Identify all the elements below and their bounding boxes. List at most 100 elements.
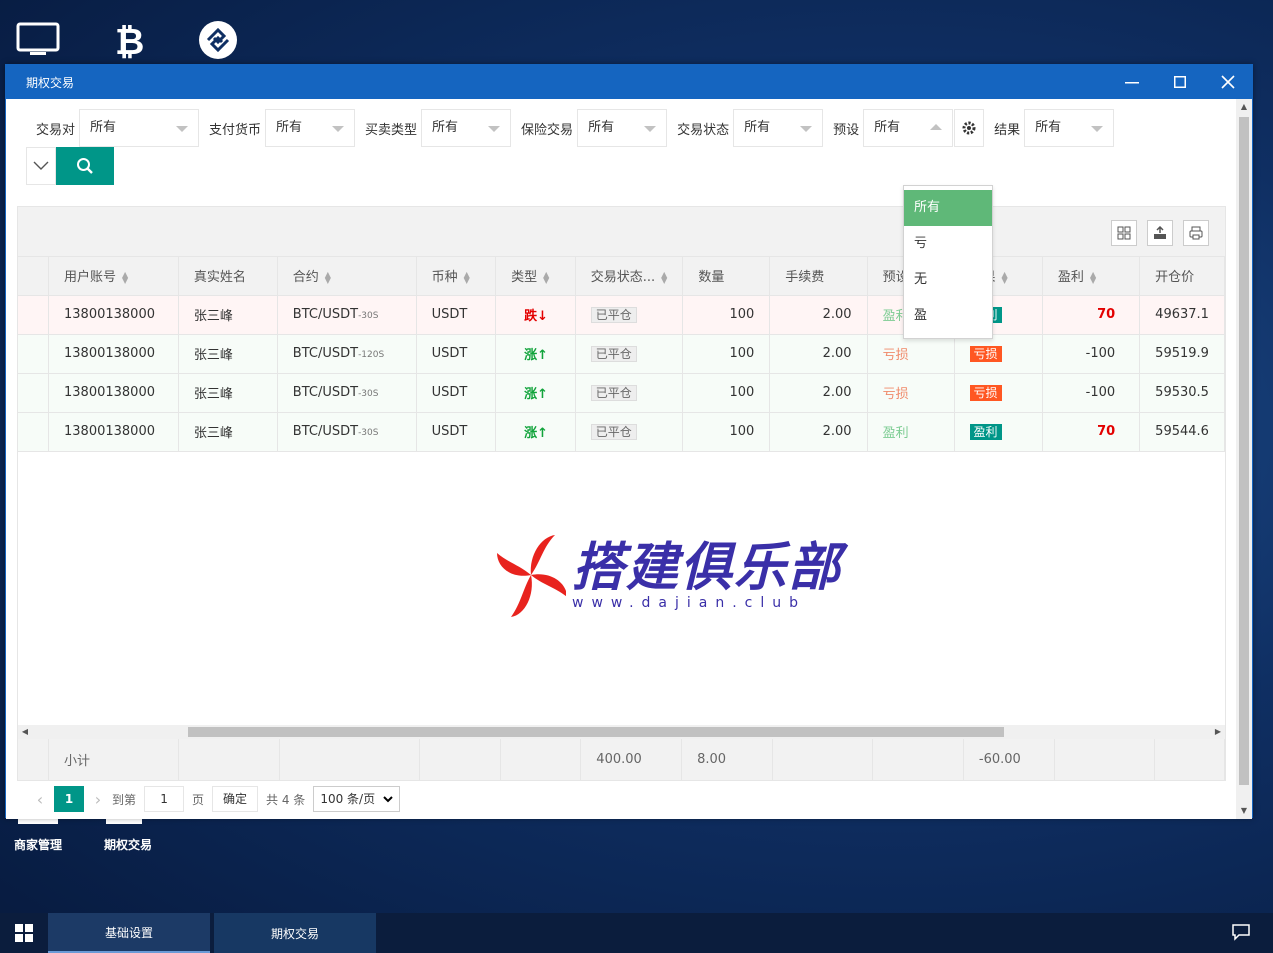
cell-name: 张三峰 — [178, 334, 278, 374]
header-coin[interactable]: 币种 ▲ ▼ — [416, 257, 497, 296]
preset-option-loss[interactable]: 亏 — [904, 226, 992, 262]
cell-result: 盈利 — [954, 412, 1043, 452]
cell-profit: -100 — [1042, 373, 1141, 413]
cell-contract: BTC/USDT-30S — [277, 373, 417, 413]
scroll-right-arrow[interactable]: ▶ — [1211, 725, 1225, 739]
chevron-down-icon — [332, 126, 345, 132]
cell-account: 13800138000 — [48, 295, 179, 335]
preset-option-none[interactable]: 无 — [904, 262, 992, 298]
search-icon — [77, 158, 93, 174]
preset-option-all[interactable]: 所有 — [904, 190, 992, 226]
filter-select-state[interactable]: 所有 — [733, 109, 824, 147]
cell-qty: 100 — [682, 412, 771, 452]
search-button[interactable] — [56, 147, 114, 185]
header-checkbox-cell — [18, 257, 49, 296]
horizontal-scrollbar[interactable]: ◀ ▶ — [18, 725, 1225, 739]
total-label: 小计 — [48, 739, 180, 781]
sort-icon[interactable]: ▲ ▼ — [325, 270, 331, 284]
header-fee: 手续费 — [769, 257, 868, 296]
exchange-logo-icon[interactable] — [194, 16, 242, 64]
filter-select-preset[interactable]: 所有 — [863, 109, 954, 147]
filter-select-insurance[interactable]: 所有 — [577, 109, 668, 147]
cell-state: 已平仓 — [575, 373, 684, 413]
bitcoin-icon[interactable]: ₿ — [104, 16, 152, 64]
header-type[interactable]: 类型 ▲ ▼ — [495, 257, 576, 296]
taskbar-item-basic-settings[interactable]: 基础设置 — [48, 913, 210, 953]
header-account[interactable]: 用户账号 ▲ ▼ — [48, 257, 179, 296]
table-row[interactable]: 13800138000 张三峰 BTC/USDT-30S USDT 跌↓ 已平仓 100 2.… — [18, 295, 1225, 335]
sort-icon[interactable]: ▲ ▼ — [661, 270, 667, 284]
prev-page-icon[interactable]: ‹ — [26, 786, 54, 812]
filter-select-pair[interactable]: 所有 — [79, 109, 200, 147]
cell-preset: 盈利 — [867, 412, 955, 452]
total-fee: 8.00 — [681, 739, 773, 781]
chevron-down-icon — [176, 126, 189, 132]
filter-label-state: 交易状态 — [677, 122, 730, 138]
gear-icon — [962, 121, 976, 135]
cell-qty: 100 — [682, 373, 771, 413]
chevron-down-icon — [1091, 126, 1104, 132]
filter-label-pair: 交易对 — [36, 122, 76, 138]
filter-label-buysell: 买卖类型 — [365, 122, 418, 138]
export-icon — [1154, 226, 1166, 239]
next-page-icon[interactable]: › — [84, 786, 112, 812]
preset-settings-button[interactable] — [954, 109, 985, 147]
maximize-button[interactable] — [1156, 65, 1204, 99]
monitor-icon[interactable] — [14, 16, 62, 64]
window-titlebar[interactable]: 期权交易 — [6, 65, 1252, 99]
header-name: 真实姓名 — [178, 257, 278, 296]
vertical-scroll-thumb[interactable] — [1239, 117, 1249, 785]
chevron-down-icon — [644, 126, 657, 132]
taskbar-item-options-trade[interactable]: 期权交易 — [214, 913, 376, 953]
filter-select-result[interactable]: 所有 — [1024, 109, 1115, 147]
cell-result: 亏损 — [954, 373, 1043, 413]
table-row[interactable]: 13800138000 张三峰 BTC/USDT-30S USDT 涨↑ 已平仓 100 2.… — [18, 373, 1225, 413]
sort-icon[interactable]: ▲ ▼ — [1002, 270, 1008, 284]
goto-confirm-button[interactable]: 确定 — [212, 786, 259, 812]
sort-icon[interactable]: ▲ ▼ — [543, 270, 549, 284]
chevron-down-icon — [488, 126, 501, 132]
scroll-up-arrow[interactable]: ▲ — [1236, 99, 1252, 115]
cell-coin: USDT — [416, 412, 497, 452]
filter-select-buysell[interactable]: 所有 — [421, 109, 512, 147]
goto-page-input[interactable]: 1 — [144, 786, 185, 812]
table-header-row: 用户账号 ▲ ▼ 真实姓名 合约 ▲ ▼ 币种 ▲ ▼ 类型 ▲ ▼ 交易状态... ▲ ▼ 数量 … — [18, 257, 1225, 296]
vertical-scrollbar[interactable]: ▲ ▼ — [1236, 99, 1252, 819]
filter-label-result: 结果 — [994, 122, 1021, 138]
cell-coin: USDT — [416, 334, 497, 374]
row-checkbox-cell — [18, 295, 49, 335]
table-row[interactable]: 13800138000 张三峰 BTC/USDT-120S USDT 涨↑ 已平仓 100 2… — [18, 334, 1225, 374]
cell-coin: USDT — [416, 373, 497, 413]
desktop-label-options[interactable]: 期权交易 — [104, 836, 152, 853]
start-button[interactable] — [0, 913, 48, 953]
sort-icon[interactable]: ▲ ▼ — [1090, 270, 1096, 284]
options-trade-window: 期权交易 交易对 所有 支付货币 所有 买卖类型 所有 保险交易 所有 交易状态… — [5, 64, 1253, 819]
print-button[interactable] — [1183, 220, 1209, 246]
sort-icon[interactable]: ▲ ▼ — [122, 270, 128, 284]
export-button[interactable] — [1147, 220, 1173, 246]
table-row[interactable]: 13800138000 张三峰 BTC/USDT-30S USDT 涨↑ 已平仓 100 2.… — [18, 412, 1225, 452]
cell-contract: BTC/USDT-30S — [277, 295, 417, 335]
desktop-label-merchant[interactable]: 商家管理 — [14, 836, 62, 853]
header-contract[interactable]: 合约 ▲ ▼ — [277, 257, 417, 296]
filter-bar: 交易对 所有 支付货币 所有 买卖类型 所有 保险交易 所有 交易状态 所有 预… — [26, 109, 1226, 185]
filter-select-currency[interactable]: 所有 — [265, 109, 356, 147]
close-button[interactable] — [1204, 65, 1252, 99]
horizontal-scroll-thumb[interactable] — [188, 727, 1004, 737]
page-size-select[interactable]: 100 条/页 — [313, 786, 401, 812]
scroll-left-arrow[interactable]: ◀ — [18, 725, 32, 739]
minimize-button[interactable] — [1108, 65, 1156, 99]
current-page-button[interactable]: 1 — [54, 786, 84, 812]
row-checkbox-cell — [18, 412, 49, 452]
header-profit[interactable]: 盈利 ▲ ▼ — [1042, 257, 1141, 296]
cell-state: 已平仓 — [575, 334, 684, 374]
cell-open-price: 59544.6 — [1139, 412, 1225, 452]
scroll-down-arrow[interactable]: ▼ — [1236, 803, 1252, 819]
total-qty: 400.00 — [580, 739, 683, 781]
columns-filter-button[interactable] — [1111, 220, 1137, 246]
chat-icon[interactable] — [1231, 923, 1251, 945]
sort-icon[interactable]: ▲ ▼ — [464, 270, 470, 284]
preset-option-win[interactable]: 盈 — [904, 298, 992, 334]
header-state[interactable]: 交易状态... ▲ ▼ — [575, 257, 684, 296]
expand-filters-button[interactable] — [26, 147, 56, 185]
